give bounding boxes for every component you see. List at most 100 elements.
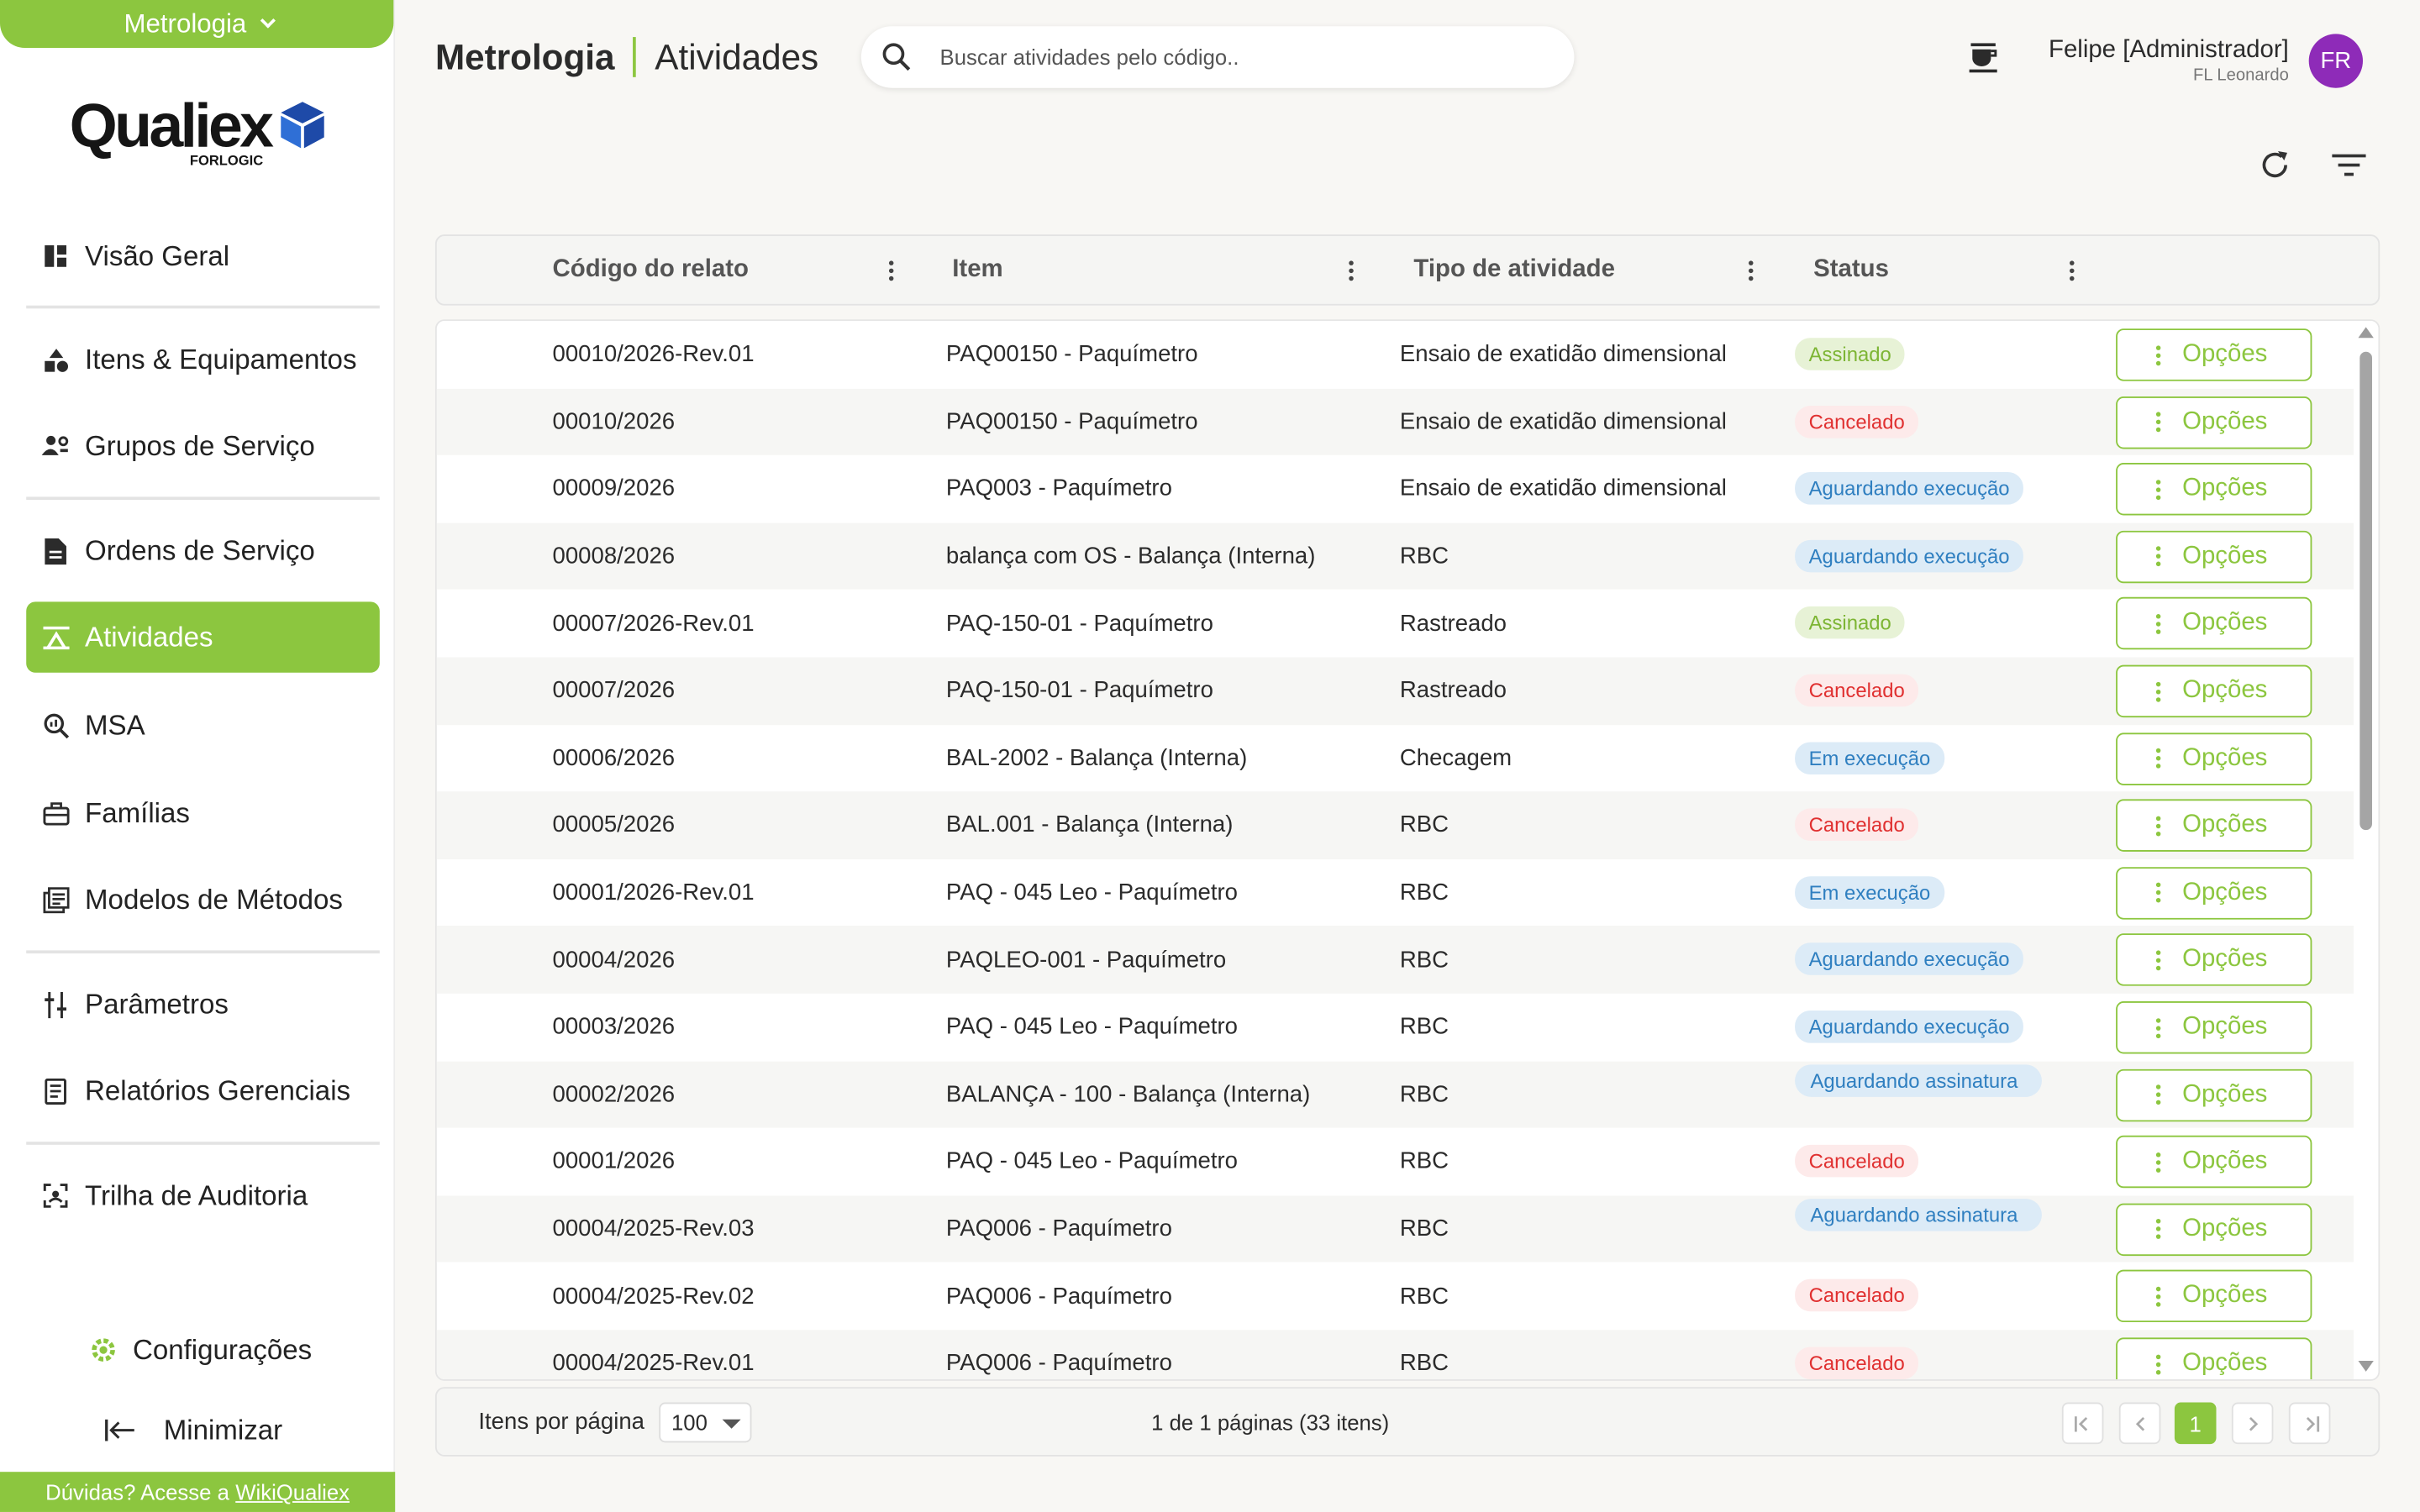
settings-button[interactable]: Configurações	[90, 1327, 312, 1373]
options-button[interactable]: Opções	[2116, 1068, 2312, 1121]
options-button[interactable]: Opções	[2116, 396, 2312, 449]
table-row[interactable]: 00005/2026 BAL.001 - Balança (Interna) RBC…	[436, 791, 2354, 859]
report-icon	[42, 1077, 70, 1105]
filter-icon	[2332, 154, 2366, 176]
qualiex-logo: Qualiex FORLOGIC	[70, 92, 332, 173]
cell-codigo: 00004/2025-Rev.03	[552, 1215, 755, 1242]
sidebar-item-modelos-metodos[interactable]: Modelos de Métodos	[26, 864, 380, 935]
column-menu-icon[interactable]	[1743, 258, 1758, 282]
sidebar-item-ordens-servico[interactable]: Ordens de Serviço	[26, 515, 380, 585]
table-row[interactable]: 00010/2026-Rev.01 PAQ00150 - Paquímetro En…	[437, 321, 2354, 388]
table-row[interactable]: 00004/2025-Rev.01 PAQ006 - Paquímetro RBC C…	[436, 1330, 2354, 1380]
column-menu-icon[interactable]	[2064, 258, 2079, 282]
sidebar-item-familias[interactable]: Famílias	[26, 778, 380, 848]
column-header-status[interactable]: Status	[1813, 236, 1889, 304]
sidebar-item-relatorios-gerenciais[interactable]: Relatórios Gerenciais	[26, 1055, 380, 1126]
sidebar-item-label: Trilha de Auditoria	[85, 1179, 308, 1210]
current-page-button[interactable]: 1	[2174, 1402, 2217, 1445]
options-label: Opções	[2182, 610, 2268, 637]
options-button[interactable]: Opções	[2116, 530, 2312, 583]
cell-item: PAQ-150-01 - Paquímetro	[945, 610, 1213, 637]
toolbox-icon	[42, 799, 70, 827]
cell-item: PAQ-150-01 - Paquímetro	[945, 677, 1213, 705]
table-row[interactable]: 00009/2026 PAQ003 - Paquímetro Ensaio de e…	[437, 455, 2354, 522]
filter-button[interactable]	[2330, 146, 2367, 183]
last-page-button[interactable]	[2288, 1402, 2331, 1445]
next-page-button[interactable]	[2231, 1402, 2274, 1445]
cell-item: PAQ006 - Paquímetro	[945, 1350, 1172, 1377]
table-row[interactable]: 00004/2026 PAQLEO-001 - Paquímetro RBC Agua…	[436, 926, 2354, 994]
table-row[interactable]: 00007/2026 PAQ-150-01 - Paquímetro Rastrea…	[436, 657, 2354, 725]
options-label: Opções	[2182, 677, 2268, 704]
cell-tipo: RBC	[1399, 1148, 1449, 1175]
scroll-down-arrow-icon[interactable]	[2358, 1360, 2374, 1372]
first-page-button[interactable]	[2061, 1402, 2104, 1445]
column-header-tipo[interactable]: Tipo de atividade	[1413, 236, 1615, 304]
table-row[interactable]: 00006/2026 BAL-2002 - Balança (Interna) Ch…	[437, 725, 2354, 792]
table-row[interactable]: 00002/2026 BALANÇA - 100 - Balança (Inter…	[436, 1060, 2354, 1128]
cell-codigo: 00009/2026	[552, 475, 676, 502]
options-button[interactable]: Opções	[2116, 1203, 2312, 1256]
sidebar-item-label: Relatórios Gerenciais	[85, 1074, 351, 1105]
cell-item: PAQ003 - Paquímetro	[945, 475, 1172, 502]
options-button[interactable]: Opções	[2116, 866, 2312, 920]
dashboard-icon	[42, 242, 70, 270]
options-button[interactable]: Opções	[2116, 732, 2312, 785]
cell-item: BAL-2002 - Balança (Interna)	[945, 744, 1248, 772]
sidebar-item-msa[interactable]: MSA	[26, 690, 380, 760]
table-row[interactable]: 00008/2026 balança com OS - Balança (Inte…	[436, 522, 2354, 591]
table-row[interactable]: 00004/2025-Rev.03 PAQ006 - Paquímetro RBC A…	[436, 1195, 2354, 1263]
options-button[interactable]: Opções	[2116, 664, 2312, 718]
wiki-link[interactable]: WikiQualiex	[235, 1479, 350, 1504]
table-row[interactable]: 00001/2026 PAQ - 045 Leo - Paquímetro RBC C…	[437, 1128, 2354, 1195]
refresh-button[interactable]	[2256, 146, 2293, 183]
cell-tipo: Rastreado	[1399, 610, 1507, 637]
coffee-cup-icon[interactable]	[1965, 40, 2002, 77]
table-row[interactable]: 00001/2026-Rev.01 PAQ - 045 Leo - Paquíme…	[437, 859, 2354, 927]
options-button[interactable]: Opções	[2116, 1270, 2312, 1323]
sidebar-item-parametros[interactable]: Parâmetros	[26, 969, 380, 1039]
scrollbar-thumb[interactable]	[2360, 351, 2373, 831]
column-menu-icon[interactable]	[883, 258, 898, 282]
user-info[interactable]: Felipe [Administrador] FL Leonardo	[2049, 37, 2289, 85]
cell-tipo: Ensaio de exatidão dimensional	[1399, 408, 1727, 435]
table-header: Código do relato Item Tipo de atividade …	[434, 234, 2381, 306]
sidebar: Metrologia Qualiex FORLOGIC Visão Geral …	[0, 0, 396, 1512]
table-row[interactable]: 00010/2026 PAQ00150 - Paquímetro Ensaio de…	[436, 388, 2354, 456]
options-label: Opções	[2182, 1013, 2268, 1040]
sidebar-item-itens-equipamentos[interactable]: Itens & Equipamentos	[26, 324, 380, 395]
table-row[interactable]: 00003/2026 PAQ - 045 Leo - Paquímetro RBC A…	[437, 994, 2354, 1061]
sidebar-item-grupos-servico[interactable]: Grupos de Serviço	[26, 411, 380, 481]
column-menu-icon[interactable]	[1343, 258, 1358, 282]
options-label: Opções	[2182, 811, 2268, 838]
minimize-button[interactable]: Minimizar	[105, 1407, 282, 1453]
options-button[interactable]: Opções	[2116, 1337, 2312, 1380]
options-button[interactable]: Opções	[2116, 1136, 2312, 1189]
sidebar-item-label: Ordens de Serviço	[85, 534, 315, 566]
table-row[interactable]: 00004/2025-Rev.02 PAQ006 - Paquímetro RBC C…	[437, 1263, 2354, 1330]
options-button[interactable]: Opções	[2116, 463, 2312, 516]
sidebar-item-atividades[interactable]: Atividades	[26, 601, 380, 673]
cell-codigo: 00002/2026	[552, 1081, 676, 1108]
prev-page-button[interactable]	[2118, 1402, 2161, 1445]
per-page-select[interactable]: 100	[659, 1402, 752, 1443]
column-header-codigo[interactable]: Código do relato	[553, 236, 749, 304]
options-button[interactable]: Opções	[2116, 933, 2312, 987]
cell-tipo: RBC	[1399, 1215, 1449, 1242]
column-header-item[interactable]: Item	[952, 236, 1002, 304]
sidebar-item-trilha-auditoria[interactable]: Trilha de Auditoria	[26, 1160, 380, 1231]
options-button[interactable]: Opções	[2116, 799, 2312, 853]
avatar[interactable]: FR	[2308, 34, 2363, 88]
options-button[interactable]: Opções	[2116, 597, 2312, 650]
sidebar-item-visao-geral[interactable]: Visão Geral	[26, 221, 380, 291]
options-button[interactable]: Opções	[2116, 1001, 2312, 1054]
search-input[interactable]	[939, 45, 1527, 70]
page-title: Metrologia Atividades	[435, 34, 818, 80]
options-label: Opções	[2182, 1283, 2268, 1310]
sidebar-item-label: Modelos de Métodos	[85, 883, 343, 915]
table-row[interactable]: 00007/2026-Rev.01 PAQ-150-01 - Paquímetro…	[437, 590, 2354, 657]
scroll-up-arrow-icon[interactable]	[2358, 327, 2374, 339]
options-button[interactable]: Opções	[2116, 328, 2312, 381]
gear-icon	[92, 1338, 115, 1362]
module-switcher[interactable]: Metrologia	[0, 0, 394, 48]
